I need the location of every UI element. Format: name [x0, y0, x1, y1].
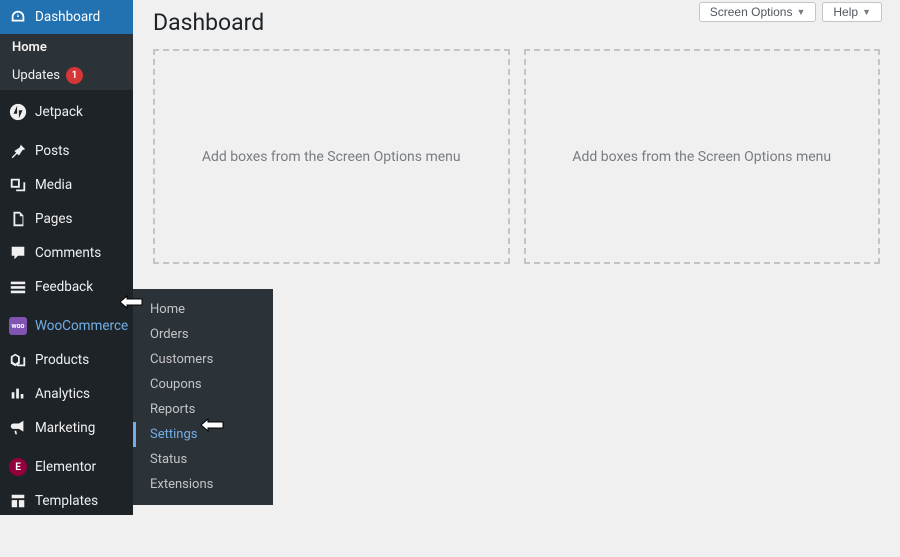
flyout-item-status[interactable]: Status: [133, 447, 273, 472]
dropzone-placeholder-text: Add boxes from the Screen Options menu: [202, 149, 461, 165]
jetpack-icon: [8, 102, 28, 122]
sidebar-item-feedback[interactable]: Feedback: [0, 270, 133, 304]
sidebar-item-label: Elementor: [35, 459, 96, 475]
sidebar-item-posts[interactable]: Posts: [0, 134, 133, 168]
sidebar-item-label: Jetpack: [35, 104, 83, 120]
flyout-item-label: Customers: [150, 352, 213, 367]
sidebar-item-jetpack[interactable]: Jetpack: [0, 95, 133, 129]
flyout-item-label: Extensions: [150, 477, 213, 492]
sidebar-item-label: Pages: [35, 211, 73, 227]
dashboard-widgets-wrap: Add boxes from the Screen Options menu A…: [153, 49, 880, 264]
caret-down-icon: ▼: [862, 7, 871, 17]
sidebar-item-label: WooCommerce: [35, 318, 128, 334]
flyout-item-orders[interactable]: Orders: [133, 322, 273, 347]
flyout-item-label: Coupons: [150, 377, 202, 392]
sidebar-subitem-updates[interactable]: Updates 1: [0, 61, 133, 90]
help-button[interactable]: Help ▼: [822, 2, 882, 22]
annotation-arrow-woocommerce: [119, 295, 143, 313]
sidebar-item-label: Products: [35, 352, 89, 368]
sidebar-subitem-label: Home: [12, 40, 47, 55]
sidebar-item-label: Posts: [35, 143, 69, 159]
templates-icon: [8, 491, 28, 511]
dashboard-dropzone-left[interactable]: Add boxes from the Screen Options menu: [153, 49, 510, 264]
analytics-icon: [8, 384, 28, 404]
woocommerce-icon: woo: [8, 316, 28, 336]
dropzone-placeholder-text: Add boxes from the Screen Options menu: [572, 149, 831, 165]
flyout-item-coupons[interactable]: Coupons: [133, 372, 273, 397]
flyout-item-extensions[interactable]: Extensions: [133, 472, 273, 497]
megaphone-icon: [8, 418, 28, 438]
flyout-item-label: Reports: [150, 402, 195, 417]
flyout-item-label: Home: [150, 302, 185, 317]
flyout-item-home[interactable]: Home: [133, 297, 273, 322]
sidebar-item-label: Media: [35, 177, 72, 193]
updates-count-badge: 1: [66, 67, 83, 84]
sidebar-subitem-home[interactable]: Home: [0, 34, 133, 61]
help-label: Help: [833, 5, 858, 19]
flyout-item-label: Status: [150, 452, 187, 467]
pushpin-icon: [8, 141, 28, 161]
elementor-icon: E: [8, 457, 28, 477]
sidebar-item-label: Dashboard: [35, 9, 100, 25]
annotation-arrow-settings: [200, 418, 224, 436]
sidebar-item-label: Appearance: [35, 532, 107, 548]
sidebar-item-appearance[interactable]: Appearance: [0, 523, 133, 557]
sidebar-item-pages[interactable]: Pages: [0, 202, 133, 236]
brush-icon: [8, 530, 28, 550]
sidebar-item-media[interactable]: Media: [0, 168, 133, 202]
products-icon: [8, 350, 28, 370]
feedback-icon: [8, 277, 28, 297]
dashboard-icon: [8, 7, 28, 27]
sidebar-item-label: Marketing: [35, 420, 95, 436]
sidebar-item-label: Comments: [35, 245, 101, 261]
woocommerce-flyout: Home Orders Customers Coupons Reports Se…: [133, 289, 273, 505]
screen-options-label: Screen Options: [710, 5, 793, 19]
sidebar-item-templates[interactable]: Templates: [0, 484, 133, 518]
sidebar-item-label: Analytics: [35, 386, 90, 402]
sidebar-item-analytics[interactable]: Analytics: [0, 377, 133, 411]
sidebar-item-dashboard[interactable]: Dashboard: [0, 0, 133, 34]
screen-options-button[interactable]: Screen Options ▼: [699, 2, 817, 22]
sidebar-item-elementor[interactable]: E Elementor: [0, 450, 133, 484]
sidebar-subitem-label: Updates: [12, 68, 60, 83]
media-icon: [8, 175, 28, 195]
sidebar-item-woocommerce[interactable]: woo WooCommerce: [0, 309, 133, 343]
flyout-item-label: Orders: [150, 327, 189, 342]
flyout-item-customers[interactable]: Customers: [133, 347, 273, 372]
dashboard-dropzone-right[interactable]: Add boxes from the Screen Options menu: [524, 49, 881, 264]
sidebar-item-marketing[interactable]: Marketing: [0, 411, 133, 445]
pages-icon: [8, 209, 28, 229]
flyout-item-label: Settings: [150, 427, 197, 442]
sidebar-item-comments[interactable]: Comments: [0, 236, 133, 270]
sidebar-item-label: Feedback: [35, 279, 93, 295]
caret-down-icon: ▼: [796, 7, 805, 17]
sidebar-item-products[interactable]: Products: [0, 343, 133, 377]
sidebar-item-label: Templates: [35, 493, 98, 509]
comments-icon: [8, 243, 28, 263]
